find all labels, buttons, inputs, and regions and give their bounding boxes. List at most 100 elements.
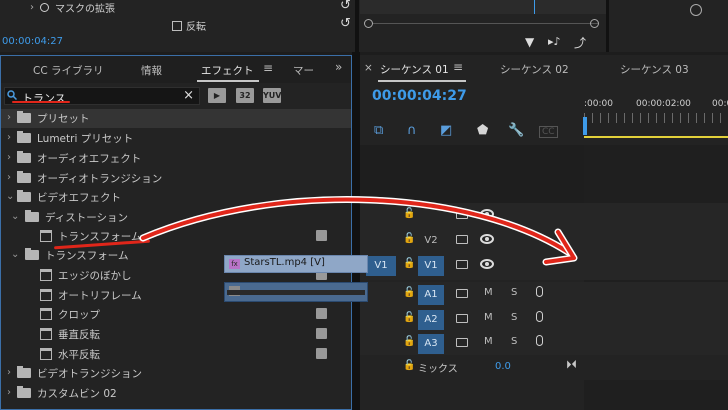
snap-icon[interactable]: ∩	[407, 123, 417, 138]
track-target-v3[interactable]: V3	[418, 206, 444, 226]
sync-lock-icon[interactable]	[456, 289, 468, 298]
reset-icon[interactable]: ↺	[340, 16, 351, 31]
chevron-down-icon[interactable]: ⌄	[6, 191, 14, 202]
export-icon[interactable]: ⤴	[574, 34, 586, 51]
tab-sequence-02[interactable]: シーケンス 02	[500, 62, 569, 77]
track-target-v1[interactable]: V1	[418, 256, 444, 276]
track-target-a2[interactable]: A2	[418, 310, 444, 330]
linked-selection-icon[interactable]: ◩	[440, 123, 452, 138]
playhead[interactable]	[534, 0, 535, 14]
reset-icon[interactable]: ↺	[340, 0, 351, 13]
timeline-timecode[interactable]: 00:00:04:27	[372, 88, 467, 104]
tree-item-presets[interactable]: › プリセット	[1, 109, 351, 128]
sync-lock-icon[interactable]	[456, 210, 468, 219]
solo-button[interactable]: S	[511, 312, 517, 323]
tree-item-custom-bin[interactable]: › カスタムビン 02	[1, 384, 351, 403]
lock-icon[interactable]: 🔓	[403, 258, 415, 269]
tree-item-video-transitions[interactable]: › ビデオトランジション	[1, 364, 351, 383]
32bit-filter-button[interactable]: 32	[236, 88, 254, 103]
out-point-handle[interactable]	[590, 19, 599, 28]
chevron-right-icon[interactable]: ›	[7, 132, 11, 143]
double-chevron-right-icon[interactable]: »	[335, 60, 342, 74]
marker-icon[interactable]: ⬟	[477, 123, 488, 138]
scrub-bar[interactable]	[373, 23, 598, 24]
source-scrub-area[interactable]	[360, 0, 606, 14]
tab-cc-libraries[interactable]: CC ライブラリ	[33, 63, 104, 78]
timeline-toolbar: ⧉ ∩ ◩ ⬟ 🔧 CC	[360, 121, 580, 143]
sync-lock-icon[interactable]	[456, 260, 468, 269]
playhead[interactable]	[583, 117, 587, 135]
source-patch-v1[interactable]: V1	[366, 256, 396, 276]
stopwatch-icon[interactable]	[40, 2, 49, 12]
sync-lock-icon[interactable]	[456, 235, 468, 244]
mute-button[interactable]: M	[484, 287, 493, 298]
chevron-down-icon[interactable]: ⌄	[11, 211, 19, 222]
tree-item-crop[interactable]: クロップ	[1, 305, 351, 324]
eye-icon[interactable]	[480, 209, 494, 219]
sync-lock-icon[interactable]	[456, 314, 468, 323]
tree-item-vertical-flip[interactable]: 垂直反転	[1, 325, 351, 344]
time-ruler[interactable]	[584, 113, 728, 123]
tree-item-horizontal-flip[interactable]: 水平反転	[1, 345, 351, 364]
chevron-right-icon[interactable]: ›	[7, 387, 11, 398]
close-icon[interactable]: ×	[364, 62, 373, 74]
yuv-filter-button[interactable]: YUV	[263, 88, 281, 103]
chevron-right-icon[interactable]: ›	[7, 367, 11, 378]
go-to-end-icon[interactable]: ⏵⏴	[566, 358, 577, 372]
mute-button[interactable]: M	[484, 336, 493, 347]
tab-markers[interactable]: マー	[293, 63, 314, 78]
chevron-right-icon[interactable]: ›	[7, 152, 11, 163]
tab-sequence-01[interactable]: シーケンス 01	[380, 62, 449, 77]
nest-icon[interactable]: ⧉	[374, 123, 383, 138]
track-target-a3[interactable]: A3	[418, 334, 444, 354]
hamburger-icon[interactable]: ≡	[453, 60, 463, 74]
microphone-icon[interactable]	[536, 286, 543, 297]
tree-item-transform-effect[interactable]: トランスフォーム	[1, 227, 351, 246]
accelerated-effects-filter-button[interactable]: ▶	[208, 88, 226, 103]
tree-item-distortion[interactable]: ⌄ ディストーション	[1, 208, 351, 227]
tree-item-label: オーディオトランジション	[37, 173, 163, 185]
lock-icon[interactable]: 🔓	[403, 287, 415, 298]
chevron-right-icon[interactable]: ›	[7, 112, 11, 123]
tree-item-audio-effects[interactable]: › オーディオエフェクト	[1, 149, 351, 168]
eye-icon[interactable]	[480, 234, 494, 244]
track-target-v2[interactable]: V2	[418, 231, 444, 251]
zoom-handle[interactable]	[690, 4, 702, 16]
tab-info[interactable]: 情報	[141, 63, 162, 78]
wrench-icon[interactable]: 🔧	[508, 123, 524, 138]
lock-icon[interactable]: 🔓	[403, 336, 415, 347]
lock-icon[interactable]: 🔓	[403, 312, 415, 323]
hamburger-icon[interactable]: ≡	[263, 61, 273, 75]
flip-checkbox[interactable]	[172, 20, 182, 31]
microphone-icon[interactable]	[536, 335, 543, 346]
sync-lock-icon[interactable]	[456, 338, 468, 347]
close-icon[interactable]: ×	[183, 88, 194, 103]
eye-icon[interactable]	[480, 259, 494, 269]
insert-icon[interactable]: ▸♪	[548, 35, 561, 48]
tree-item-lumetri-presets[interactable]: › Lumetri プリセット	[1, 129, 351, 148]
microphone-icon[interactable]	[536, 311, 543, 322]
captions-icon[interactable]: CC	[539, 126, 558, 138]
tree-item-audio-transitions[interactable]: › オーディオトランジション	[1, 169, 351, 188]
solo-button[interactable]: S	[511, 287, 517, 298]
lock-icon[interactable]: 🔓	[403, 208, 415, 219]
tab-sequence-03[interactable]: シーケンス 03	[620, 62, 689, 77]
lock-icon[interactable]: 🔓	[403, 233, 415, 244]
mix-value[interactable]: 0.0	[495, 361, 511, 372]
tree-item-video-effects[interactable]: ⌄ ビデオエフェクト	[1, 188, 351, 207]
lock-icon[interactable]: 🔓	[403, 360, 415, 371]
tab-effects[interactable]: エフェクト	[201, 63, 254, 78]
tree-item-label: Lumetri プリセット	[37, 133, 134, 145]
filter-icon[interactable]: ▼	[525, 35, 534, 49]
chevron-right-icon[interactable]: ›	[30, 2, 34, 13]
chevron-right-icon[interactable]: ›	[7, 172, 11, 183]
folder-icon	[17, 151, 31, 163]
solo-button[interactable]: S	[511, 336, 517, 347]
panel-splitter[interactable]	[352, 52, 360, 410]
video-clip[interactable]: fx StarsTL.mp4 [V]	[224, 255, 368, 273]
audio-clip[interactable]	[224, 282, 368, 302]
track-target-a1[interactable]: A1	[418, 285, 444, 305]
chevron-down-icon[interactable]: ⌄	[11, 249, 19, 260]
in-point-handle[interactable]	[364, 19, 373, 28]
mute-button[interactable]: M	[484, 312, 493, 323]
